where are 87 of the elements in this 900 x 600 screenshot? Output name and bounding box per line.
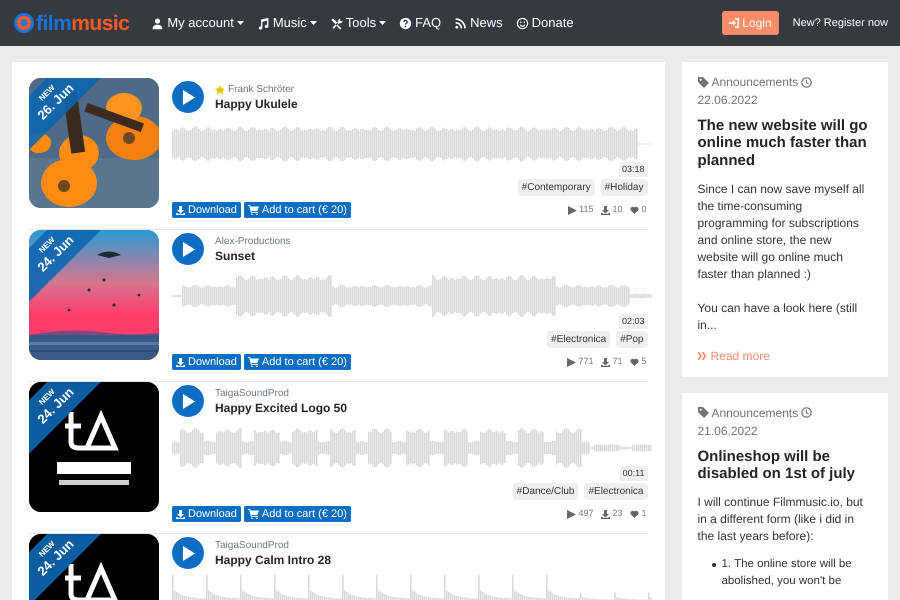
double-chevron-icon xyxy=(698,352,706,360)
artist-link[interactable]: TaigaSoundProd xyxy=(215,538,289,553)
category-link[interactable]: Announcements xyxy=(712,404,798,422)
post-text: I will continue Filmmusic.io, but in a different form (like i did in the last years before): xyxy=(698,494,864,546)
logo-text[interactable]: filmmusic xyxy=(36,12,130,34)
play-button[interactable] xyxy=(172,385,204,417)
cart-icon xyxy=(248,509,259,519)
tag-link[interactable]: #Electronica xyxy=(547,331,610,348)
add-to-cart-button[interactable]: Add to cart (€ 20) xyxy=(244,202,351,218)
play-icon xyxy=(182,242,194,256)
post-date: 21.06.2022 xyxy=(698,422,759,440)
tag-icon xyxy=(698,76,708,88)
track-title[interactable]: Happy Excited Logo 50 xyxy=(215,401,348,416)
logo-icon[interactable] xyxy=(14,13,34,33)
download-button[interactable]: Download xyxy=(172,506,241,522)
download-icon xyxy=(176,206,185,214)
download-icon xyxy=(601,358,610,366)
rss-icon xyxy=(454,16,468,30)
register-link[interactable]: New? Register now xyxy=(792,14,888,32)
download-icon xyxy=(176,510,185,518)
tag-icon xyxy=(698,407,708,418)
question-icon xyxy=(399,16,412,30)
play-count: 771 xyxy=(578,355,594,368)
heart-icon xyxy=(630,358,640,366)
download-count: 23 xyxy=(612,507,622,520)
artist-link[interactable]: Frank Schröter xyxy=(228,82,294,97)
cart-icon xyxy=(248,357,259,367)
sign-in-icon xyxy=(729,18,740,28)
download-icon xyxy=(601,510,610,518)
play-icon xyxy=(182,546,194,560)
user-icon xyxy=(151,16,164,30)
download-button[interactable]: Download xyxy=(172,202,241,218)
like-count: 5 xyxy=(641,355,646,368)
add-to-cart-button[interactable]: Add to cart (€ 20) xyxy=(244,354,351,370)
play-count: 115 xyxy=(579,203,594,216)
clock-icon xyxy=(801,76,812,88)
nav-link[interactable]: Donate xyxy=(516,13,574,33)
artist-link[interactable]: Alex-Productions xyxy=(215,234,291,249)
duration-label: 02:03 xyxy=(618,314,648,329)
track-title[interactable]: Sunset xyxy=(215,249,291,264)
play-icon xyxy=(182,90,194,104)
tag-link[interactable]: #Electronica xyxy=(584,483,648,500)
play-button[interactable] xyxy=(172,233,204,265)
nav-link[interactable]: FAQ xyxy=(399,13,442,33)
download-icon xyxy=(176,358,185,366)
list-item-text: 1. The online store will be abolished, you won't be xyxy=(722,557,853,590)
tag-link[interactable]: #Contemporary xyxy=(518,179,595,196)
nav-link[interactable]: News xyxy=(454,13,503,33)
like-count: 0 xyxy=(641,203,646,216)
play-icon xyxy=(182,394,194,408)
clock-icon xyxy=(801,407,812,418)
duration-label: 03:18 xyxy=(618,162,648,177)
play-button[interactable] xyxy=(172,81,204,113)
cart-icon xyxy=(248,205,259,215)
post-text: You can have a look here (still in... xyxy=(698,300,858,334)
nav-link[interactable]: Music xyxy=(256,13,317,33)
download-icon xyxy=(601,206,610,214)
artist-link[interactable]: TaigaSoundProd xyxy=(215,386,289,401)
duration-label: 00:11 xyxy=(620,466,648,481)
nav-link[interactable]: My account xyxy=(151,13,244,33)
play-icon xyxy=(567,510,576,518)
play-button[interactable] xyxy=(172,537,204,569)
tag-link[interactable]: #Pop xyxy=(616,331,648,348)
post-text: Since I can now save myself all the time-consuming programming for subscriptions and online store, the new website will go online much faster than planned :) xyxy=(698,180,866,283)
heart-icon xyxy=(630,510,640,518)
tag-link[interactable]: #Dance/Club xyxy=(512,483,578,500)
tag-link[interactable]: #Holiday xyxy=(600,179,648,196)
download-button[interactable]: Download xyxy=(172,354,241,370)
play-icon xyxy=(568,206,578,214)
tools-icon xyxy=(330,16,343,30)
post-title[interactable]: Onlineshop will be disabled on 1st of july xyxy=(698,448,872,482)
nav-link[interactable]: Tools xyxy=(330,13,386,33)
download-count: 71 xyxy=(612,355,622,368)
post-title[interactable]: The new website will go online much faster than planned xyxy=(698,117,872,169)
play-count: 497 xyxy=(578,507,594,520)
bullet-icon xyxy=(712,563,716,568)
track-title[interactable]: Happy Ukulele xyxy=(215,97,298,112)
play-icon xyxy=(567,358,576,366)
heart-icon xyxy=(630,206,640,214)
smiley-icon xyxy=(516,16,529,30)
like-count: 1 xyxy=(641,507,646,520)
category-link[interactable]: Announcements xyxy=(712,73,798,91)
add-to-cart-button[interactable]: Add to cart (€ 20) xyxy=(244,506,351,522)
track-title[interactable]: Happy Calm Intro 28 xyxy=(215,553,332,568)
music-note-icon xyxy=(256,16,270,30)
download-count: 10 xyxy=(612,203,622,216)
post-date: 22.06.2022 xyxy=(698,92,759,109)
